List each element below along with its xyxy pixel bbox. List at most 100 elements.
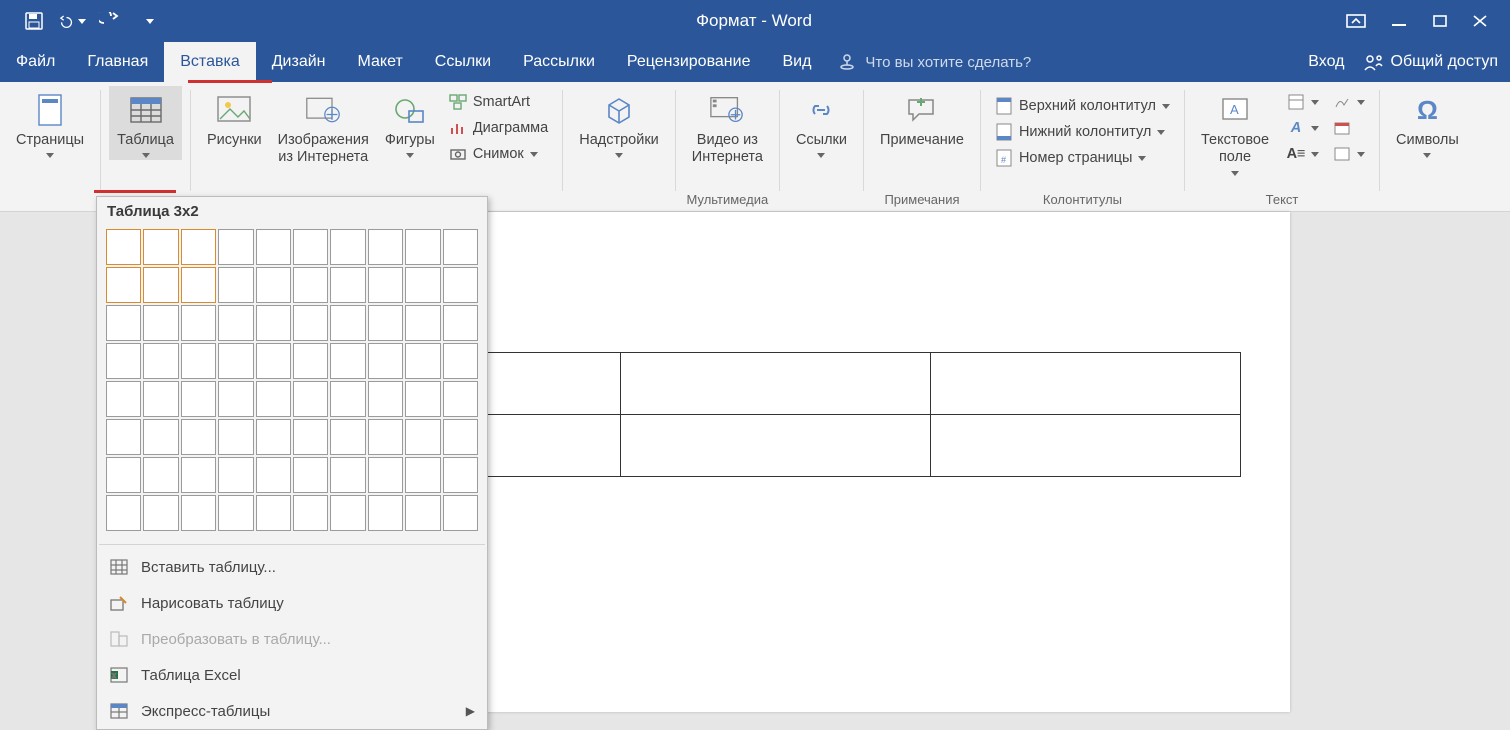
grid-cell[interactable] <box>405 305 440 341</box>
addins-button[interactable]: Надстройки <box>571 86 667 160</box>
grid-cell[interactable] <box>181 229 216 265</box>
online-pictures-button[interactable]: Изображенияиз Интернета <box>270 86 377 169</box>
grid-cell[interactable] <box>368 267 403 303</box>
grid-cell[interactable] <box>143 495 178 531</box>
grid-cell[interactable] <box>443 343 478 379</box>
grid-cell[interactable] <box>181 305 216 341</box>
grid-cell[interactable] <box>218 305 253 341</box>
signature-button[interactable] <box>1327 90 1371 114</box>
grid-cell[interactable] <box>218 267 253 303</box>
tab-view[interactable]: Вид <box>766 42 827 82</box>
tab-references[interactable]: Ссылки <box>419 42 507 82</box>
grid-cell[interactable] <box>218 419 253 455</box>
grid-cell[interactable] <box>106 381 141 417</box>
minimize-button[interactable] <box>1390 14 1408 28</box>
grid-cell[interactable] <box>443 457 478 493</box>
grid-cell[interactable] <box>405 229 440 265</box>
grid-cell[interactable] <box>256 229 291 265</box>
header-button[interactable]: Верхний колонтитул <box>989 94 1176 118</box>
tab-file[interactable]: Файл <box>0 42 71 82</box>
quick-parts-button[interactable] <box>1281 90 1325 114</box>
grid-cell[interactable] <box>405 495 440 531</box>
grid-cell[interactable] <box>143 267 178 303</box>
grid-cell[interactable] <box>443 419 478 455</box>
save-button[interactable] <box>20 7 48 35</box>
grid-cell[interactable] <box>330 419 365 455</box>
grid-cell[interactable] <box>405 343 440 379</box>
object-button[interactable] <box>1327 142 1371 166</box>
grid-cell[interactable] <box>368 229 403 265</box>
grid-cell[interactable] <box>293 419 328 455</box>
grid-cell[interactable] <box>256 267 291 303</box>
grid-cell[interactable] <box>218 495 253 531</box>
table-size-grid[interactable] <box>97 226 487 540</box>
grid-cell[interactable] <box>293 457 328 493</box>
grid-cell[interactable] <box>405 267 440 303</box>
grid-cell[interactable] <box>368 495 403 531</box>
textbox-button[interactable]: A Текстовоеполе <box>1193 86 1277 178</box>
grid-cell[interactable] <box>181 457 216 493</box>
grid-cell[interactable] <box>256 419 291 455</box>
grid-cell[interactable] <box>368 343 403 379</box>
drop-cap-button[interactable]: A≡ <box>1281 142 1325 166</box>
share-button[interactable]: Общий доступ <box>1363 52 1499 72</box>
grid-cell[interactable] <box>293 495 328 531</box>
grid-cell[interactable] <box>106 457 141 493</box>
pictures-button[interactable]: Рисунки <box>199 86 270 151</box>
grid-cell[interactable] <box>293 267 328 303</box>
grid-cell[interactable] <box>330 381 365 417</box>
grid-cell[interactable] <box>405 381 440 417</box>
tab-insert[interactable]: Вставка <box>164 42 255 82</box>
date-button[interactable] <box>1327 116 1371 140</box>
chart-button[interactable]: Диаграмма <box>443 116 554 140</box>
grid-cell[interactable] <box>218 457 253 493</box>
footer-button[interactable]: Нижний колонтитул <box>989 120 1176 144</box>
excel-table-item[interactable]: x Таблица Excel <box>97 657 487 693</box>
grid-cell[interactable] <box>330 305 365 341</box>
grid-cell[interactable] <box>181 267 216 303</box>
grid-cell[interactable] <box>368 457 403 493</box>
grid-cell[interactable] <box>330 343 365 379</box>
quick-tables-item[interactable]: Экспресс-таблицы ▶ <box>97 693 487 729</box>
grid-cell[interactable] <box>330 457 365 493</box>
grid-cell[interactable] <box>330 229 365 265</box>
undo-button[interactable] <box>58 7 86 35</box>
links-button[interactable]: Ссылки <box>788 86 855 160</box>
grid-cell[interactable] <box>143 305 178 341</box>
shapes-button[interactable]: Фигуры <box>377 86 443 160</box>
symbols-button[interactable]: Ω Символы <box>1388 86 1467 160</box>
ribbon-display-button[interactable] <box>1346 14 1366 28</box>
tab-layout[interactable]: Макет <box>342 42 419 82</box>
grid-cell[interactable] <box>106 267 141 303</box>
grid-cell[interactable] <box>143 419 178 455</box>
grid-cell[interactable] <box>106 343 141 379</box>
grid-cell[interactable] <box>368 419 403 455</box>
grid-cell[interactable] <box>181 343 216 379</box>
wordart-button[interactable]: A <box>1281 116 1325 140</box>
insert-table-item[interactable]: Вставить таблицу... <box>97 549 487 585</box>
grid-cell[interactable] <box>256 381 291 417</box>
grid-cell[interactable] <box>443 267 478 303</box>
grid-cell[interactable] <box>181 419 216 455</box>
grid-cell[interactable] <box>256 495 291 531</box>
grid-cell[interactable] <box>106 229 141 265</box>
grid-cell[interactable] <box>256 305 291 341</box>
grid-cell[interactable] <box>218 381 253 417</box>
grid-cell[interactable] <box>330 267 365 303</box>
grid-cell[interactable] <box>106 419 141 455</box>
grid-cell[interactable] <box>405 457 440 493</box>
grid-cell[interactable] <box>293 381 328 417</box>
grid-cell[interactable] <box>143 381 178 417</box>
page-number-button[interactable]: # Номер страницы <box>989 146 1176 170</box>
grid-cell[interactable] <box>330 495 365 531</box>
grid-cell[interactable] <box>143 457 178 493</box>
pages-button[interactable]: Страницы <box>8 86 92 160</box>
grid-cell[interactable] <box>443 381 478 417</box>
grid-cell[interactable] <box>443 305 478 341</box>
grid-cell[interactable] <box>256 457 291 493</box>
grid-cell[interactable] <box>181 495 216 531</box>
grid-cell[interactable] <box>368 381 403 417</box>
tab-design[interactable]: Дизайн <box>256 42 342 82</box>
draw-table-item[interactable]: Нарисовать таблицу <box>97 585 487 621</box>
tab-home[interactable]: Главная <box>71 42 164 82</box>
